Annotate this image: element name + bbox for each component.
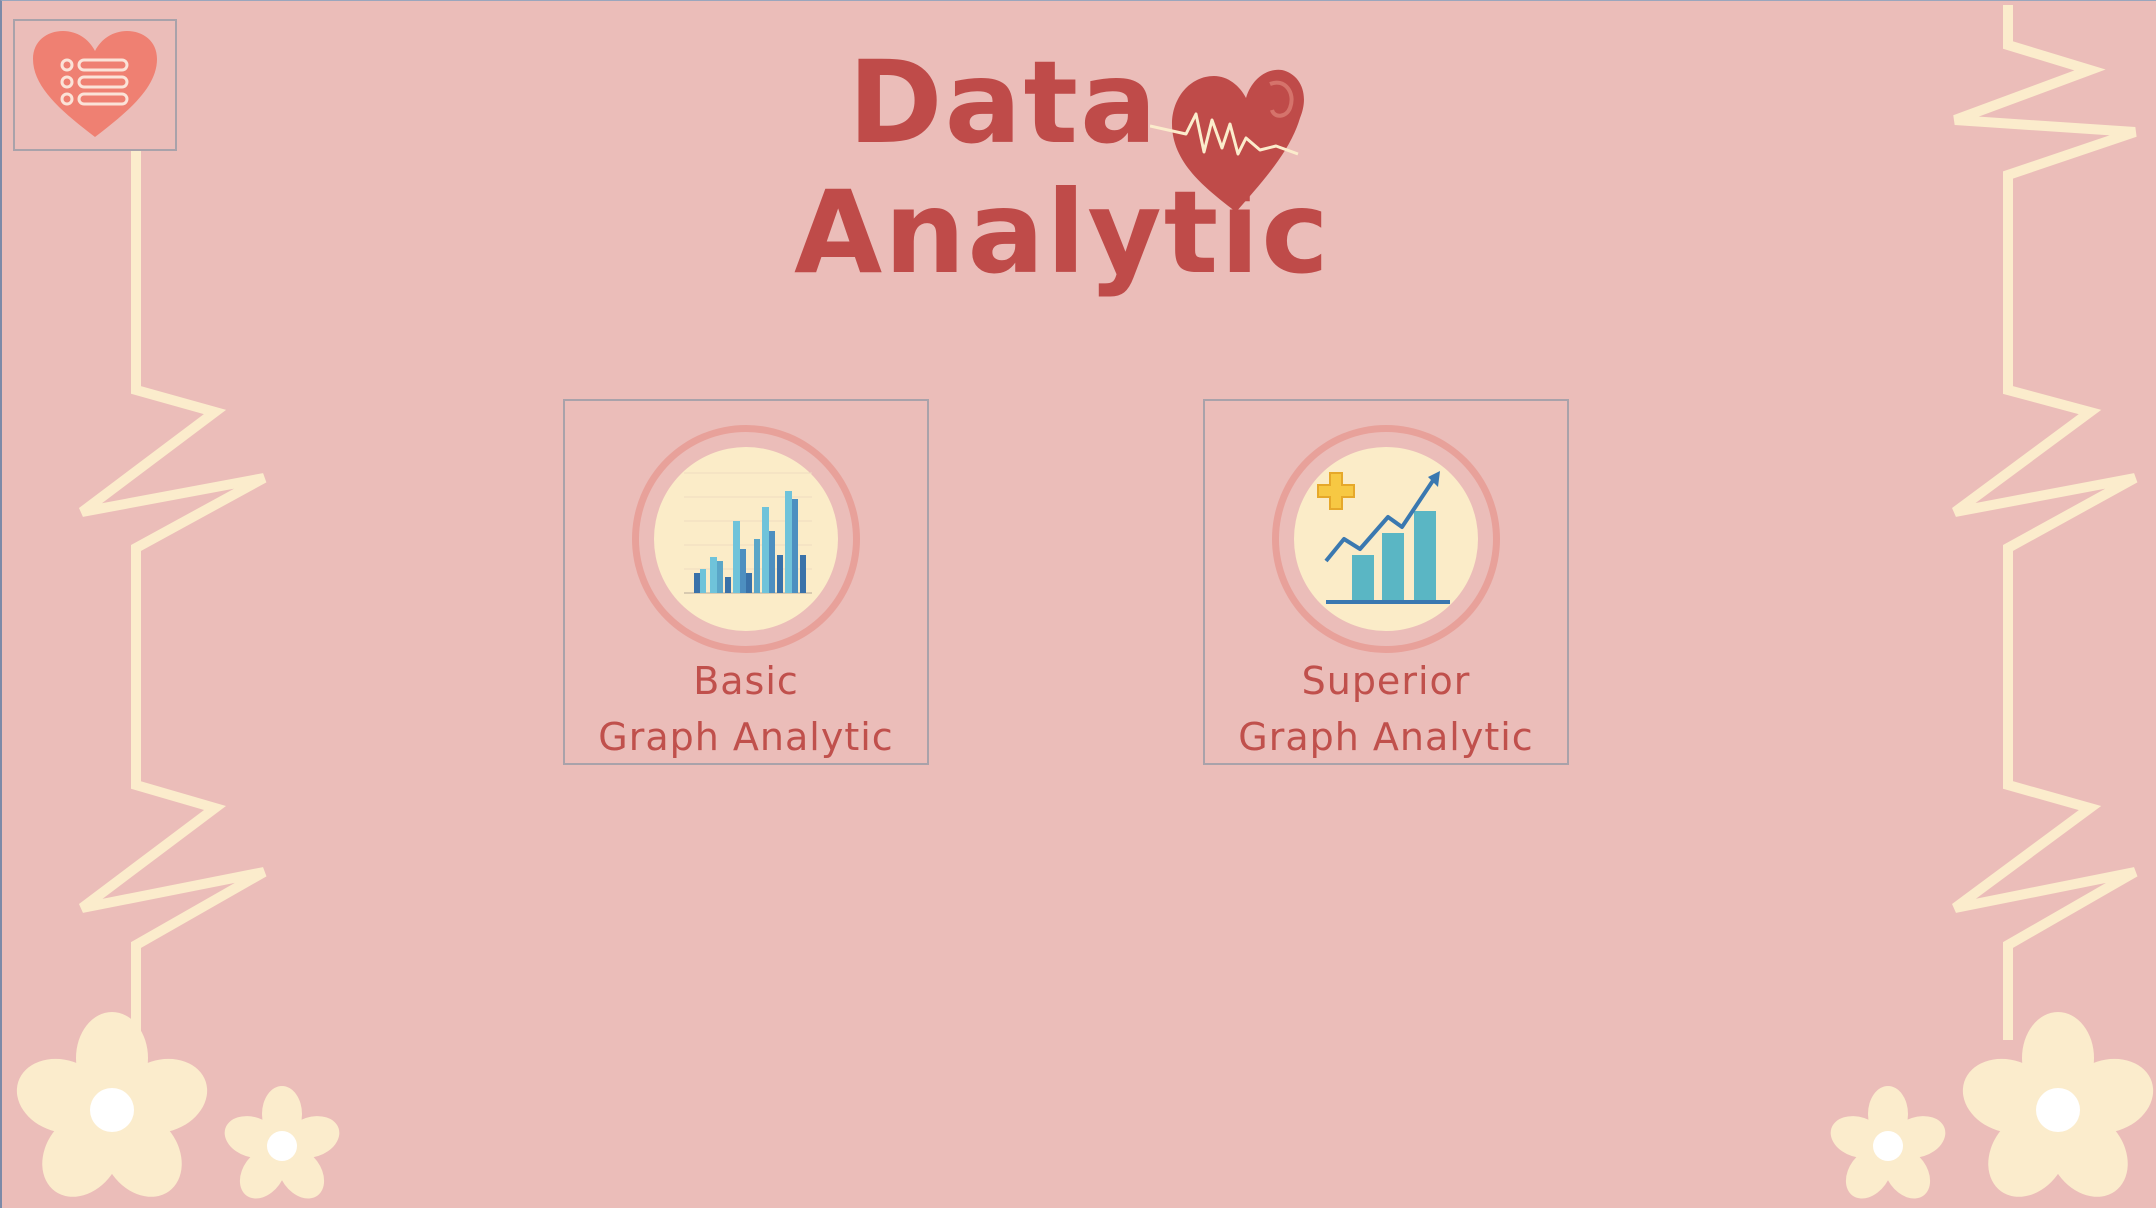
card-title-line-2: Graph Analytic [1238, 715, 1534, 759]
heartbeat-heart-icon [1150, 69, 1304, 212]
title-line-1: Data [848, 36, 1159, 169]
superior-graph-analytic-card[interactable]: Superior Graph Analytic [1203, 399, 1569, 765]
heart-list-icon [33, 31, 157, 137]
menu-button[interactable] [13, 19, 177, 151]
page-title: Data Analytic [790, 40, 1330, 300]
card-title-line-1: Superior [1301, 659, 1471, 703]
bar-chart-icon [632, 425, 860, 653]
basic-graph-analytic-card[interactable]: Basic Graph Analytic [563, 399, 929, 765]
growth-chart-icon [1272, 425, 1500, 653]
card-title-line-1: Basic [693, 659, 799, 703]
card-title-line-2: Graph Analytic [598, 715, 894, 759]
